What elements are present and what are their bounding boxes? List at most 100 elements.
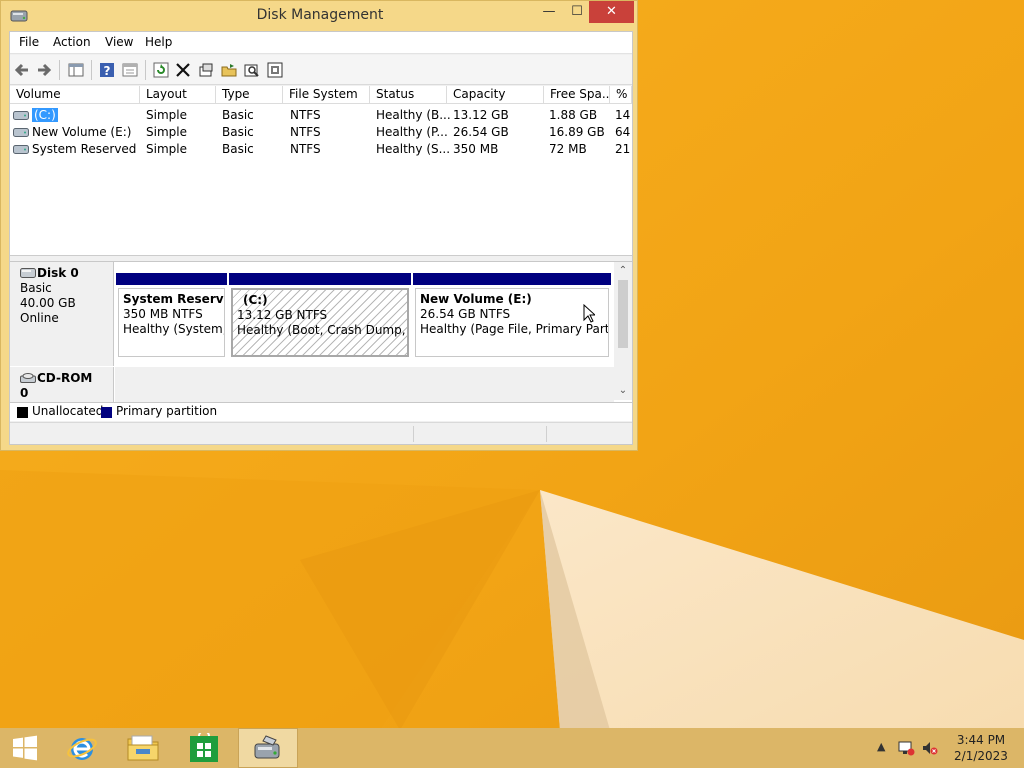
partition-size: 13.12 GB NTFS bbox=[237, 308, 328, 322]
title-bar[interactable]: Disk Management — ☐ ✕ bbox=[1, 1, 639, 31]
cdrom-icon bbox=[20, 373, 36, 383]
volume-name: New Volume (E:) bbox=[32, 125, 132, 139]
capacity-cell: 350 MB bbox=[453, 142, 499, 156]
layout-cell: Simple bbox=[146, 142, 187, 156]
status-divider bbox=[413, 426, 414, 442]
legend-swatch-primary bbox=[101, 407, 112, 418]
type-cell: Basic bbox=[222, 108, 254, 122]
partition-body: System Reserved 350 MB NTFS Healthy (Sys… bbox=[118, 288, 225, 357]
maximize-button[interactable]: ☐ bbox=[563, 1, 591, 23]
search-icon[interactable] bbox=[242, 60, 262, 80]
column-file-system[interactable]: File System bbox=[283, 86, 370, 104]
partition-name: New Volume (E:) bbox=[420, 292, 532, 306]
disk-icon bbox=[20, 268, 36, 278]
column-type[interactable]: Type bbox=[216, 86, 283, 104]
disk-0-info[interactable]: Disk 0 Basic 40.00 GB Online bbox=[10, 262, 114, 366]
table-row[interactable]: New Volume (E:) Simple Basic NTFS Health… bbox=[10, 124, 632, 141]
menu-file[interactable]: File bbox=[19, 35, 39, 49]
help-icon[interactable]: ? bbox=[97, 60, 117, 80]
svg-text:?: ? bbox=[104, 64, 111, 78]
menu-bar: File Action View Help bbox=[10, 32, 632, 54]
scrollbar-thumb[interactable] bbox=[618, 280, 628, 348]
disk-management-icon bbox=[254, 735, 280, 759]
close-button[interactable]: ✕ bbox=[589, 1, 634, 23]
forward-icon[interactable] bbox=[34, 60, 54, 80]
partition-status: Healthy (Page File, Primary Partition) bbox=[420, 322, 609, 336]
volume-icon bbox=[13, 111, 29, 120]
free-space-cell: 72 MB bbox=[549, 142, 587, 156]
menu-help[interactable]: Help bbox=[145, 35, 172, 49]
internet-explorer-icon bbox=[67, 738, 97, 760]
volume-list: Volume Layout Type File System Status Ca… bbox=[10, 86, 632, 285]
table-row[interactable]: (C:) Simple Basic NTFS Healthy (B... 13.… bbox=[10, 107, 632, 124]
taskbar-internet-explorer[interactable] bbox=[52, 728, 112, 768]
capacity-cell: 13.12 GB bbox=[453, 108, 509, 122]
column-capacity[interactable]: Capacity bbox=[447, 86, 544, 104]
partition-c[interactable]: (C:) 13.12 GB NTFS Healthy (Boot, Crash … bbox=[229, 273, 411, 359]
partition-size: 26.54 GB NTFS bbox=[420, 307, 511, 321]
volume-muted-icon[interactable] bbox=[921, 740, 939, 756]
network-icon[interactable] bbox=[897, 740, 915, 756]
show-hidden-icons-icon[interactable]: ▲ bbox=[877, 740, 885, 753]
volume-name: (C:) bbox=[32, 108, 58, 122]
partition-body: New Volume (E:) 26.54 GB NTFS Healthy (P… bbox=[415, 288, 609, 357]
clock-date: 2/1/2023 bbox=[954, 749, 1008, 763]
layout-cell: Simple bbox=[146, 125, 187, 139]
open-folder-icon[interactable] bbox=[219, 60, 239, 80]
column-percent-free[interactable]: % F bbox=[610, 86, 632, 104]
start-button[interactable] bbox=[0, 728, 50, 768]
disk-type: Basic bbox=[20, 281, 52, 295]
disk-state: Online bbox=[20, 311, 59, 325]
cdrom-0-info[interactable]: CD-ROM 0 CD-ROM (D:) bbox=[10, 367, 114, 415]
disk-graphical-view: Disk 0 Basic 40.00 GB Online System Rese… bbox=[10, 261, 632, 421]
partition-body: (C:) 13.12 GB NTFS Healthy (Boot, Crash … bbox=[231, 288, 409, 357]
partition-bar bbox=[116, 273, 227, 285]
volume-name: System Reserved bbox=[32, 142, 137, 156]
disk-management-window: Disk Management — ☐ ✕ File Action View H… bbox=[0, 0, 638, 451]
menu-view[interactable]: View bbox=[105, 35, 133, 49]
scroll-up-icon[interactable]: ⌃ bbox=[615, 262, 631, 279]
rescan-icon[interactable] bbox=[265, 60, 285, 80]
status-cell: Healthy (P... bbox=[376, 125, 448, 139]
menu-action[interactable]: Action bbox=[53, 35, 91, 49]
taskbar-store[interactable] bbox=[174, 728, 234, 768]
partition-new-volume-e[interactable]: New Volume (E:) 26.54 GB NTFS Healthy (P… bbox=[413, 273, 611, 359]
layout-cell: Simple bbox=[146, 108, 187, 122]
refresh-icon[interactable] bbox=[151, 60, 171, 80]
partition-bar bbox=[413, 273, 611, 285]
status-bar bbox=[10, 422, 632, 444]
console-tree-icon[interactable] bbox=[66, 60, 86, 80]
legend-swatch-unallocated bbox=[17, 407, 28, 418]
settings-icon[interactable] bbox=[196, 60, 216, 80]
volume-name-cell: (C:) bbox=[32, 107, 58, 124]
properties-icon[interactable] bbox=[120, 60, 140, 80]
back-icon[interactable] bbox=[12, 60, 32, 80]
file-system-cell: NTFS bbox=[290, 125, 321, 139]
toolbar-separator bbox=[91, 60, 92, 80]
disk-name: Disk 0 bbox=[37, 266, 79, 280]
legend: Unallocated Primary partition bbox=[10, 402, 632, 420]
status-divider bbox=[546, 426, 547, 442]
partition-name: (C:) bbox=[243, 293, 268, 307]
scroll-down-icon[interactable]: ⌄ bbox=[615, 382, 631, 399]
delete-icon[interactable] bbox=[173, 60, 193, 80]
column-free-space[interactable]: Free Spa... bbox=[544, 86, 610, 104]
status-cell: Healthy (B... bbox=[376, 108, 451, 122]
column-volume[interactable]: Volume bbox=[10, 86, 140, 104]
file-explorer-icon bbox=[127, 735, 159, 761]
taskbar-disk-management[interactable] bbox=[238, 728, 298, 768]
partition-status: Healthy (System, Active, Primary Partiti… bbox=[123, 322, 225, 336]
column-status[interactable]: Status bbox=[370, 86, 447, 104]
status-cell: Healthy (S... bbox=[376, 142, 451, 156]
minimize-button[interactable]: — bbox=[534, 1, 564, 23]
taskbar: ▲ 3:44 PM 2/1/2023 bbox=[0, 728, 1024, 768]
column-layout[interactable]: Layout bbox=[140, 86, 216, 104]
partition-system-reserved[interactable]: System Reserved 350 MB NTFS Healthy (Sys… bbox=[116, 273, 227, 359]
free-space-cell: 16.89 GB bbox=[549, 125, 605, 139]
clock[interactable]: 3:44 PM 2/1/2023 bbox=[946, 732, 1016, 764]
mouse-cursor-icon bbox=[583, 304, 595, 323]
type-cell: Basic bbox=[222, 125, 254, 139]
taskbar-file-explorer[interactable] bbox=[113, 728, 173, 768]
table-row[interactable]: System Reserved Simple Basic NTFS Health… bbox=[10, 141, 632, 158]
vertical-scrollbar[interactable]: ⌃ ⌄ bbox=[614, 262, 632, 400]
